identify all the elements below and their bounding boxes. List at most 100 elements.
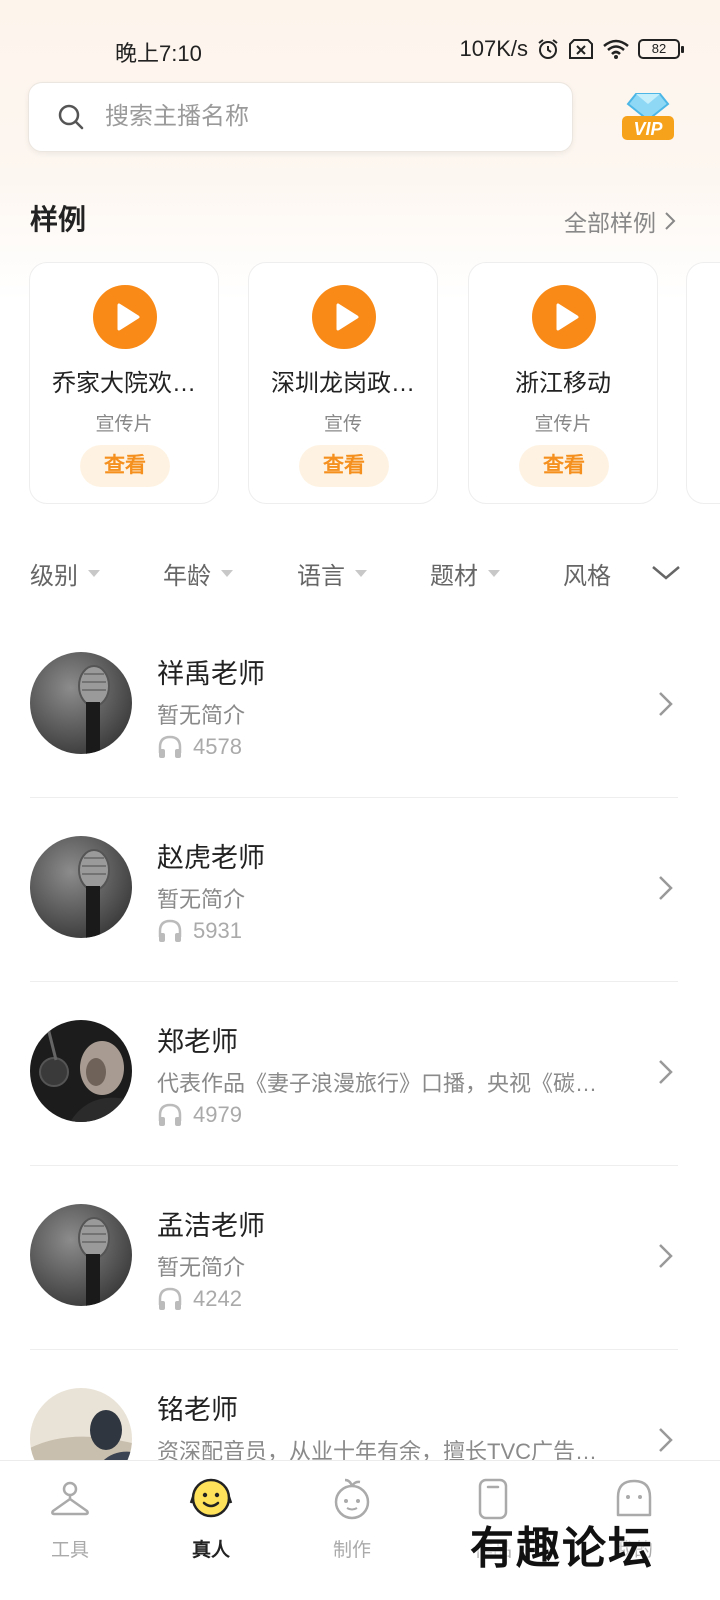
sample-card[interactable]: 乔家大院欢… 宣传片 查看 <box>29 262 219 504</box>
hanger-icon <box>51 1481 89 1516</box>
search-input[interactable] <box>105 103 525 131</box>
view-button[interactable]: 查看 <box>299 445 389 487</box>
samples-title: 样例 <box>30 204 87 235</box>
sample-category: 宣传片 <box>534 414 592 435</box>
sample-title: 深圳龙岗政… <box>271 370 415 397</box>
expand-filters-icon[interactable] <box>650 558 682 586</box>
chevron-right-icon <box>659 1428 673 1452</box>
sample-title: 浙江移动 <box>515 370 611 397</box>
avatar <box>30 836 132 938</box>
list-item[interactable]: 赵虎老师 暂无简介 5931 <box>0 798 720 982</box>
all-samples-link[interactable]: 全部样例 <box>564 204 676 238</box>
anchor-name: 祥禹老师 <box>157 659 265 689</box>
headphones-icon <box>158 919 182 942</box>
microphone-image <box>30 836 132 938</box>
list-item[interactable]: 祥禹老师 暂无简介 4578 <box>0 614 720 798</box>
nav-label: 真人 <box>191 1540 230 1561</box>
sample-category: 宣传 <box>323 414 362 435</box>
headphones-icon <box>158 1287 182 1310</box>
nav-label: 工具 <box>50 1540 89 1561</box>
status-indicators: 107K/s 82 <box>459 36 684 62</box>
anchor-name: 赵虎老师 <box>157 843 265 873</box>
play-button[interactable] <box>532 285 596 349</box>
avatar <box>30 1204 132 1306</box>
sample-card[interactable]: 浙江移动 宣传片 查看 <box>468 262 658 504</box>
all-samples-label: 全部样例 <box>564 210 656 236</box>
battery-indicator: 82 <box>638 39 684 59</box>
anchor-bio: 暂无简介 <box>157 1255 246 1280</box>
anchor-name: 铭老师 <box>157 1395 238 1425</box>
vip-icon[interactable]: VIP <box>618 88 678 144</box>
svg-text:VIP: VIP <box>633 119 663 139</box>
filter-label: 语言 <box>297 563 345 590</box>
filter-label: 年龄 <box>163 563 211 590</box>
chevron-right-icon <box>659 1244 673 1268</box>
filter-subject[interactable]: 题材 <box>430 556 500 591</box>
list-item[interactable]: 郑老师 代表作品《妻子浪漫旅行》口播，央视《碳… 4979 <box>0 982 720 1166</box>
filter-level[interactable]: 级别 <box>30 556 100 591</box>
nav-tab-tools[interactable]: 工具 <box>20 1477 120 1562</box>
play-count: 5931 <box>157 918 242 944</box>
microphone-image <box>30 1204 132 1306</box>
network-speed: 107K/s <box>459 36 529 61</box>
play-count-value: 4979 <box>193 1102 242 1127</box>
nav-tab-real-person[interactable]: 真人 <box>161 1477 261 1562</box>
filter-bar: 级别 年龄 语言 题材 风格 <box>0 552 720 592</box>
filter-style[interactable]: 风格 <box>563 556 611 591</box>
play-icon <box>336 303 359 331</box>
status-bar: 晚上7:10 107K/s 82 <box>0 30 720 70</box>
no-sim-icon <box>569 39 593 59</box>
anchor-name: 孟洁老师 <box>157 1211 265 1241</box>
headphones-icon <box>158 1103 182 1126</box>
sprout-face-icon <box>334 1478 370 1520</box>
watermark: 有趣论坛 <box>470 1523 654 1574</box>
play-count: 4979 <box>157 1102 242 1128</box>
nav-tab-create[interactable]: 制作 <box>302 1477 402 1562</box>
filter-label: 级别 <box>30 563 78 590</box>
play-count-value: 4578 <box>193 734 242 759</box>
portrait-image <box>30 1020 132 1122</box>
anchor-bio: 暂无简介 <box>157 703 246 728</box>
anchor-name: 郑老师 <box>157 1027 238 1057</box>
anchor-bio: 代表作品《妻子浪漫旅行》口播，央视《碳… <box>157 1071 598 1096</box>
nav-label: 制作 <box>332 1540 371 1561</box>
wifi-icon <box>603 39 629 59</box>
caret-down-icon <box>488 570 500 577</box>
caret-down-icon <box>355 570 367 577</box>
alarm-icon <box>538 39 558 59</box>
filter-language[interactable]: 语言 <box>297 556 367 591</box>
sample-category: 宣传片 <box>95 414 153 435</box>
play-count-value: 5931 <box>193 918 242 943</box>
search-bar[interactable] <box>28 82 573 152</box>
chevron-right-icon <box>659 1060 673 1084</box>
filter-label: 风格 <box>563 563 611 590</box>
filter-age[interactable]: 年龄 <box>163 556 233 591</box>
search-icon <box>58 104 84 130</box>
sample-card[interactable]: 深圳龙岗政… 宣传 查看 <box>248 262 438 504</box>
view-button[interactable]: 查看 <box>519 445 609 487</box>
filter-label: 题材 <box>430 563 478 590</box>
microphone-image <box>30 652 132 754</box>
sample-title: 乔家大院欢… <box>52 370 196 397</box>
chevron-right-icon <box>659 876 673 900</box>
headphones-icon <box>158 735 182 758</box>
play-count-value: 4242 <box>193 1286 242 1311</box>
caret-down-icon <box>88 570 100 577</box>
list-item[interactable]: 孟洁老师 暂无简介 4242 <box>0 1166 720 1350</box>
play-button[interactable] <box>93 285 157 349</box>
status-time: 晚上7:10 <box>115 41 202 66</box>
play-count: 4578 <box>157 734 242 760</box>
avatar <box>30 652 132 754</box>
sample-card-partial[interactable] <box>686 262 720 504</box>
play-icon <box>556 303 579 331</box>
play-icon <box>117 303 140 331</box>
play-button[interactable] <box>312 285 376 349</box>
anchor-bio: 暂无简介 <box>157 887 246 912</box>
view-button[interactable]: 查看 <box>80 445 170 487</box>
chevron-right-icon <box>665 212 676 230</box>
avatar <box>30 1020 132 1122</box>
chevron-right-icon <box>659 692 673 716</box>
smiley-face-icon <box>189 1478 233 1518</box>
caret-down-icon <box>221 570 233 577</box>
play-count: 4242 <box>157 1286 242 1312</box>
